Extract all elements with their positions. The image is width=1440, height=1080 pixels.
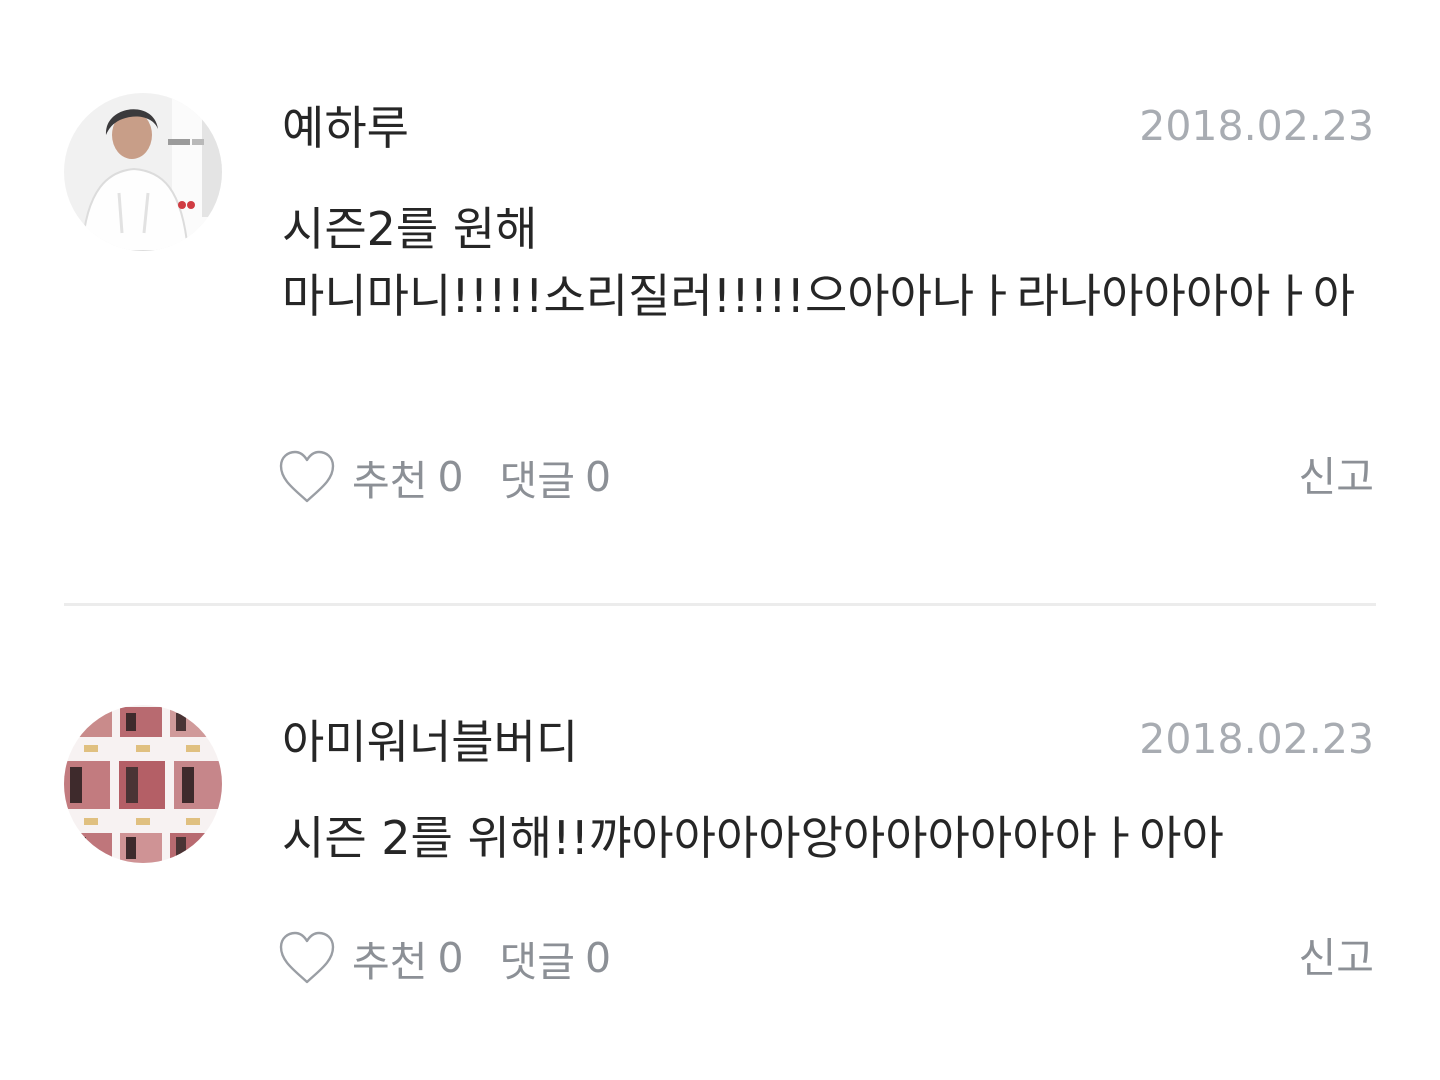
reply-label[interactable]: 댓글: [500, 447, 575, 507]
comment-date: 2018.02.23: [1139, 102, 1374, 150]
reply-count: 0: [585, 453, 612, 501]
avatar[interactable]: [64, 93, 222, 251]
reply-count: 0: [585, 934, 612, 982]
comment-actions: 추천 0 댓글 0: [278, 928, 611, 988]
reply-label[interactable]: 댓글: [500, 928, 575, 988]
like-count: 0: [437, 934, 464, 982]
avatar[interactable]: [64, 705, 222, 863]
heart-icon[interactable]: [278, 449, 336, 505]
like-label[interactable]: 추천: [352, 928, 427, 988]
comment-date: 2018.02.23: [1139, 715, 1374, 763]
report-button[interactable]: 신고: [1299, 928, 1374, 988]
comment-text: 시즌2를 원해 마니마니!!!!!소리질러!!!!!으아아나ㅏ라나아아아아ㅏ아: [282, 202, 1356, 323]
comment-author[interactable]: 아미워너블버디: [282, 712, 578, 772]
like-label[interactable]: 추천: [352, 447, 427, 507]
comment-actions: 추천 0 댓글 0: [278, 447, 611, 507]
comment-text: 시즌 2를 위해!!꺄아아아아앙아아아아아아ㅏ아아: [282, 811, 1224, 865]
comment-author[interactable]: 예하루: [282, 98, 409, 158]
comment-item: 예하루 2018.02.23 시즌2를 원해 마니마니!!!!!소리질러!!!!…: [0, 0, 1440, 604]
divider: [64, 603, 1376, 606]
like-count: 0: [437, 453, 464, 501]
heart-icon[interactable]: [278, 930, 336, 986]
report-button[interactable]: 신고: [1299, 447, 1374, 507]
comment-item: 아미워너블버디 2018.02.23 시즌 2를 위해!!꺄아아아아앙아아아아아…: [0, 607, 1440, 1080]
